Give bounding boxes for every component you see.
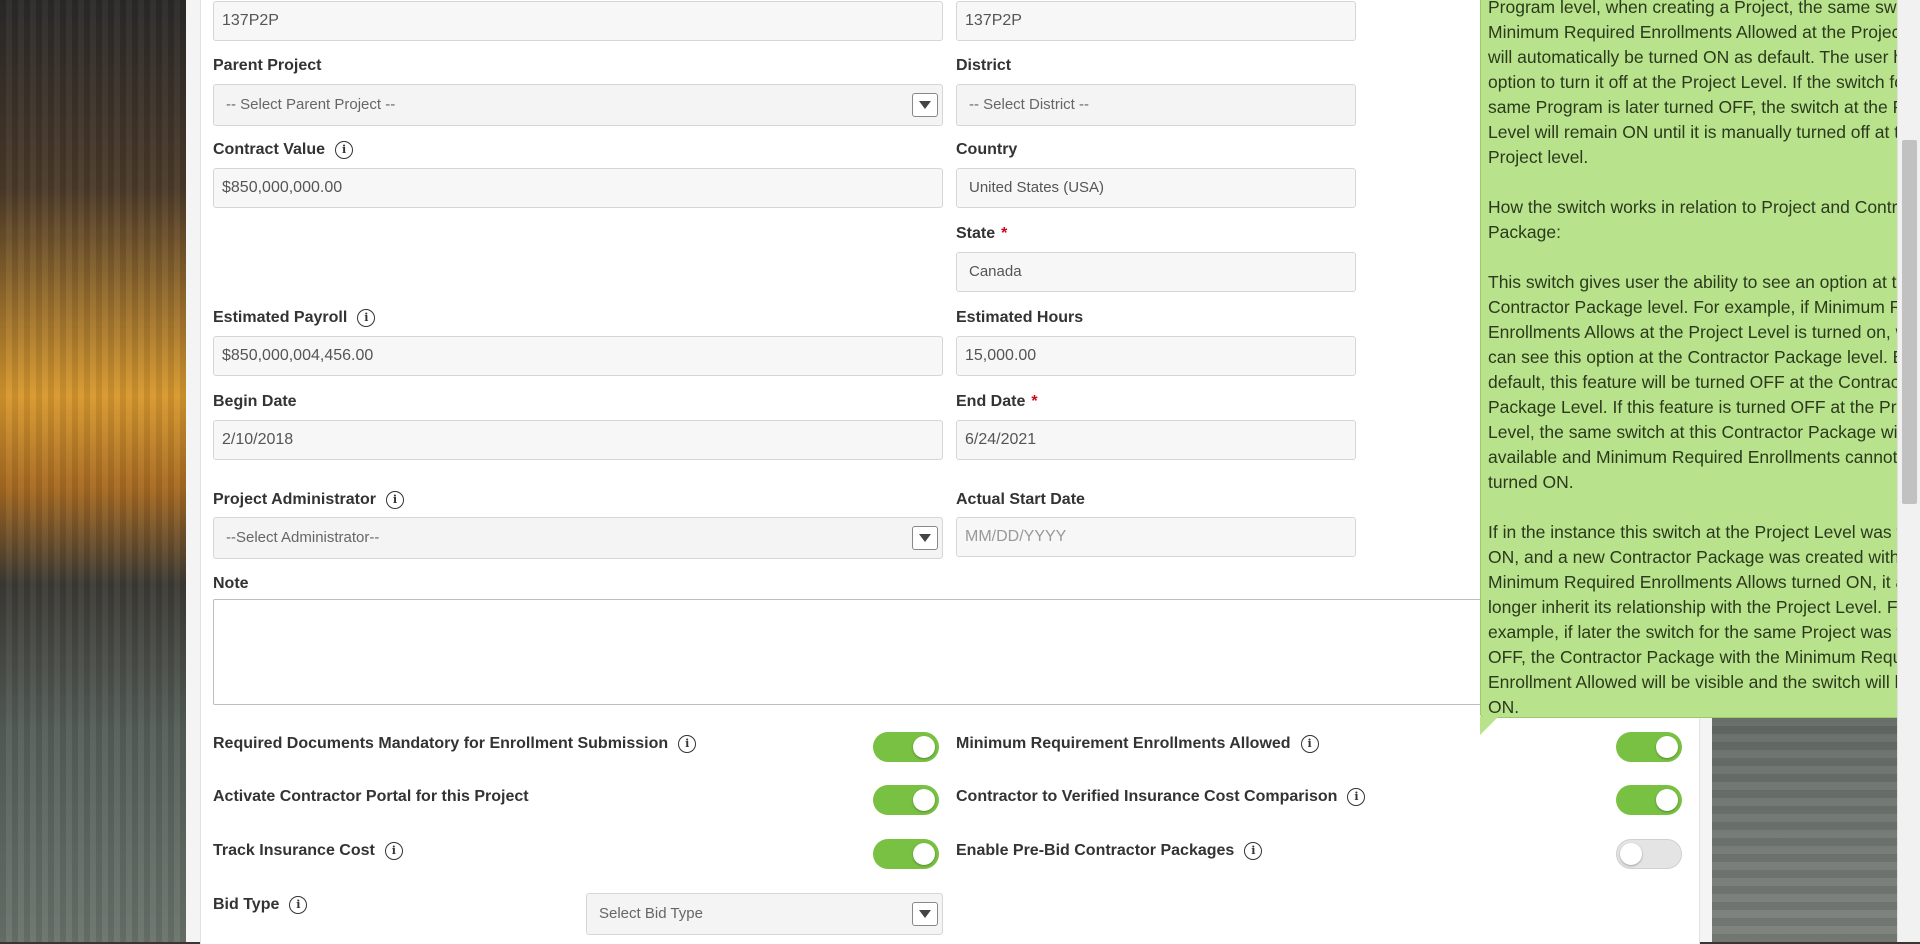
state-label: State *	[956, 225, 1007, 243]
min-enrollments-label-text: Minimum Requirement Enrollments Allowed	[956, 735, 1291, 753]
estimated-hours-label: Estimated Hours	[956, 309, 1084, 326]
scrollbar-thumb[interactable]	[1902, 140, 1917, 504]
actual-start-date-label: Actual Start Date	[956, 491, 1085, 508]
info-tooltip: Program level, when creating a Project, …	[1480, 0, 1920, 718]
project-admin-select[interactable]: --Select Administrator--	[213, 517, 943, 559]
required-docs-label: Required Documents Mandatory for Enrollm…	[213, 735, 697, 753]
info-icon[interactable]: i	[1347, 788, 1366, 806]
required-docs-label-text: Required Documents Mandatory for Enrollm…	[213, 735, 669, 753]
verified-insurance-label: Contractor to Verified Insurance Cost Co…	[956, 788, 1366, 806]
note-textarea[interactable]	[213, 599, 1699, 705]
bid-type-value: Select Bid Type	[599, 905, 703, 922]
pre-bid-label: Enable Pre-Bid Contractor Packages i	[956, 842, 1263, 860]
required-mark: *	[1001, 225, 1008, 242]
project-form-card: 137P2P 137P2P Parent Project -- Select P…	[200, 0, 1700, 944]
chevron-down-icon[interactable]	[912, 902, 938, 926]
track-insurance-label-text: Track Insurance Cost	[213, 842, 375, 860]
tooltip-arrow	[1480, 717, 1498, 735]
project-code-left-field[interactable]: 137P2P	[213, 1, 943, 41]
chevron-down-icon[interactable]	[912, 93, 938, 117]
district-value: -- Select District --	[969, 96, 1089, 113]
contractor-portal-label: Activate Contractor Portal for this Proj…	[213, 788, 529, 805]
bid-type-select[interactable]: Select Bid Type	[586, 893, 943, 935]
min-enrollments-label: Minimum Requirement Enrollments Allowed i	[956, 735, 1319, 753]
actual-start-date-field[interactable]: MM/DD/YYYY	[956, 517, 1356, 557]
project-admin-label-text: Project Administrator	[213, 491, 376, 509]
begin-date-field[interactable]: 2/10/2018	[213, 420, 943, 460]
contract-value-label: Contract Value i	[213, 141, 354, 159]
parent-project-select[interactable]: -- Select Parent Project --	[213, 84, 943, 126]
estimated-payroll-field[interactable]: $850,000,004,456.00	[213, 336, 943, 376]
project-admin-value: --Select Administrator--	[226, 529, 380, 546]
end-date-label-text: End Date	[956, 393, 1026, 410]
toggle-knob	[913, 736, 935, 758]
country-field[interactable]: United States (USA)	[956, 168, 1356, 208]
toggle-knob	[1620, 843, 1642, 865]
contract-value-field[interactable]: $850,000,000.00	[213, 168, 943, 208]
toggle-knob	[913, 789, 935, 811]
info-icon[interactable]: i	[289, 896, 308, 914]
pre-bid-label-text: Enable Pre-Bid Contractor Packages	[956, 842, 1235, 860]
bid-type-label: Bid Type i	[213, 896, 308, 914]
tooltip-paragraph: This switch gives user the ability to se…	[1488, 272, 1920, 492]
district-label: District	[956, 57, 1012, 74]
required-mark: *	[1031, 393, 1038, 410]
state-field[interactable]: Canada	[956, 252, 1356, 292]
estimated-payroll-label: Estimated Payroll i	[213, 309, 376, 327]
toggle-knob	[913, 843, 935, 865]
info-icon[interactable]: i	[335, 141, 354, 159]
min-enrollments-toggle[interactable]	[1616, 732, 1682, 762]
tooltip-paragraph: How the switch works in relation to Proj…	[1488, 197, 1920, 242]
country-label: Country	[956, 141, 1018, 158]
tooltip-paragraph: If in the instance this switch at the Pr…	[1488, 522, 1920, 717]
verified-insurance-toggle[interactable]	[1616, 785, 1682, 815]
project-admin-label: Project Administrator i	[213, 491, 404, 509]
toggle-knob	[1656, 736, 1678, 758]
track-insurance-label: Track Insurance Cost i	[213, 842, 403, 860]
end-date-label: End Date *	[956, 393, 1038, 411]
info-icon[interactable]: i	[1244, 842, 1263, 860]
toggle-knob	[1656, 789, 1678, 811]
background-photo-left	[0, 0, 186, 942]
contract-value-label-text: Contract Value	[213, 141, 326, 159]
required-docs-toggle[interactable]	[873, 732, 939, 762]
info-icon[interactable]: i	[678, 735, 697, 753]
end-date-field[interactable]: 6/24/2021	[956, 420, 1356, 460]
estimated-payroll-label-text: Estimated Payroll	[213, 309, 348, 327]
begin-date-label: Begin Date	[213, 393, 297, 410]
track-insurance-toggle[interactable]	[873, 839, 939, 869]
project-code-right-field[interactable]: 137P2P	[956, 1, 1356, 41]
state-label-text: State	[956, 225, 996, 242]
page-panel: 137P2P 137P2P Parent Project -- Select P…	[186, 0, 1920, 944]
parent-project-value: -- Select Parent Project --	[226, 96, 396, 113]
chevron-down-icon[interactable]	[912, 526, 938, 550]
tooltip-paragraph: Program level, when creating a Project, …	[1488, 0, 1920, 167]
parent-project-label: Parent Project	[213, 57, 322, 74]
district-select[interactable]: -- Select District --	[956, 84, 1356, 126]
info-icon[interactable]: i	[384, 842, 403, 860]
contractor-portal-toggle[interactable]	[873, 785, 939, 815]
bid-type-label-text: Bid Type	[213, 896, 280, 914]
note-label: Note	[213, 575, 249, 592]
estimated-hours-field[interactable]: 15,000.00	[956, 336, 1356, 376]
info-icon[interactable]: i	[357, 309, 376, 327]
verified-insurance-label-text: Contractor to Verified Insurance Cost Co…	[956, 788, 1338, 806]
info-icon[interactable]: i	[386, 491, 404, 509]
info-icon[interactable]: i	[1300, 735, 1319, 753]
pre-bid-toggle[interactable]	[1616, 839, 1682, 869]
page-scrollbar[interactable]	[1897, 0, 1920, 942]
